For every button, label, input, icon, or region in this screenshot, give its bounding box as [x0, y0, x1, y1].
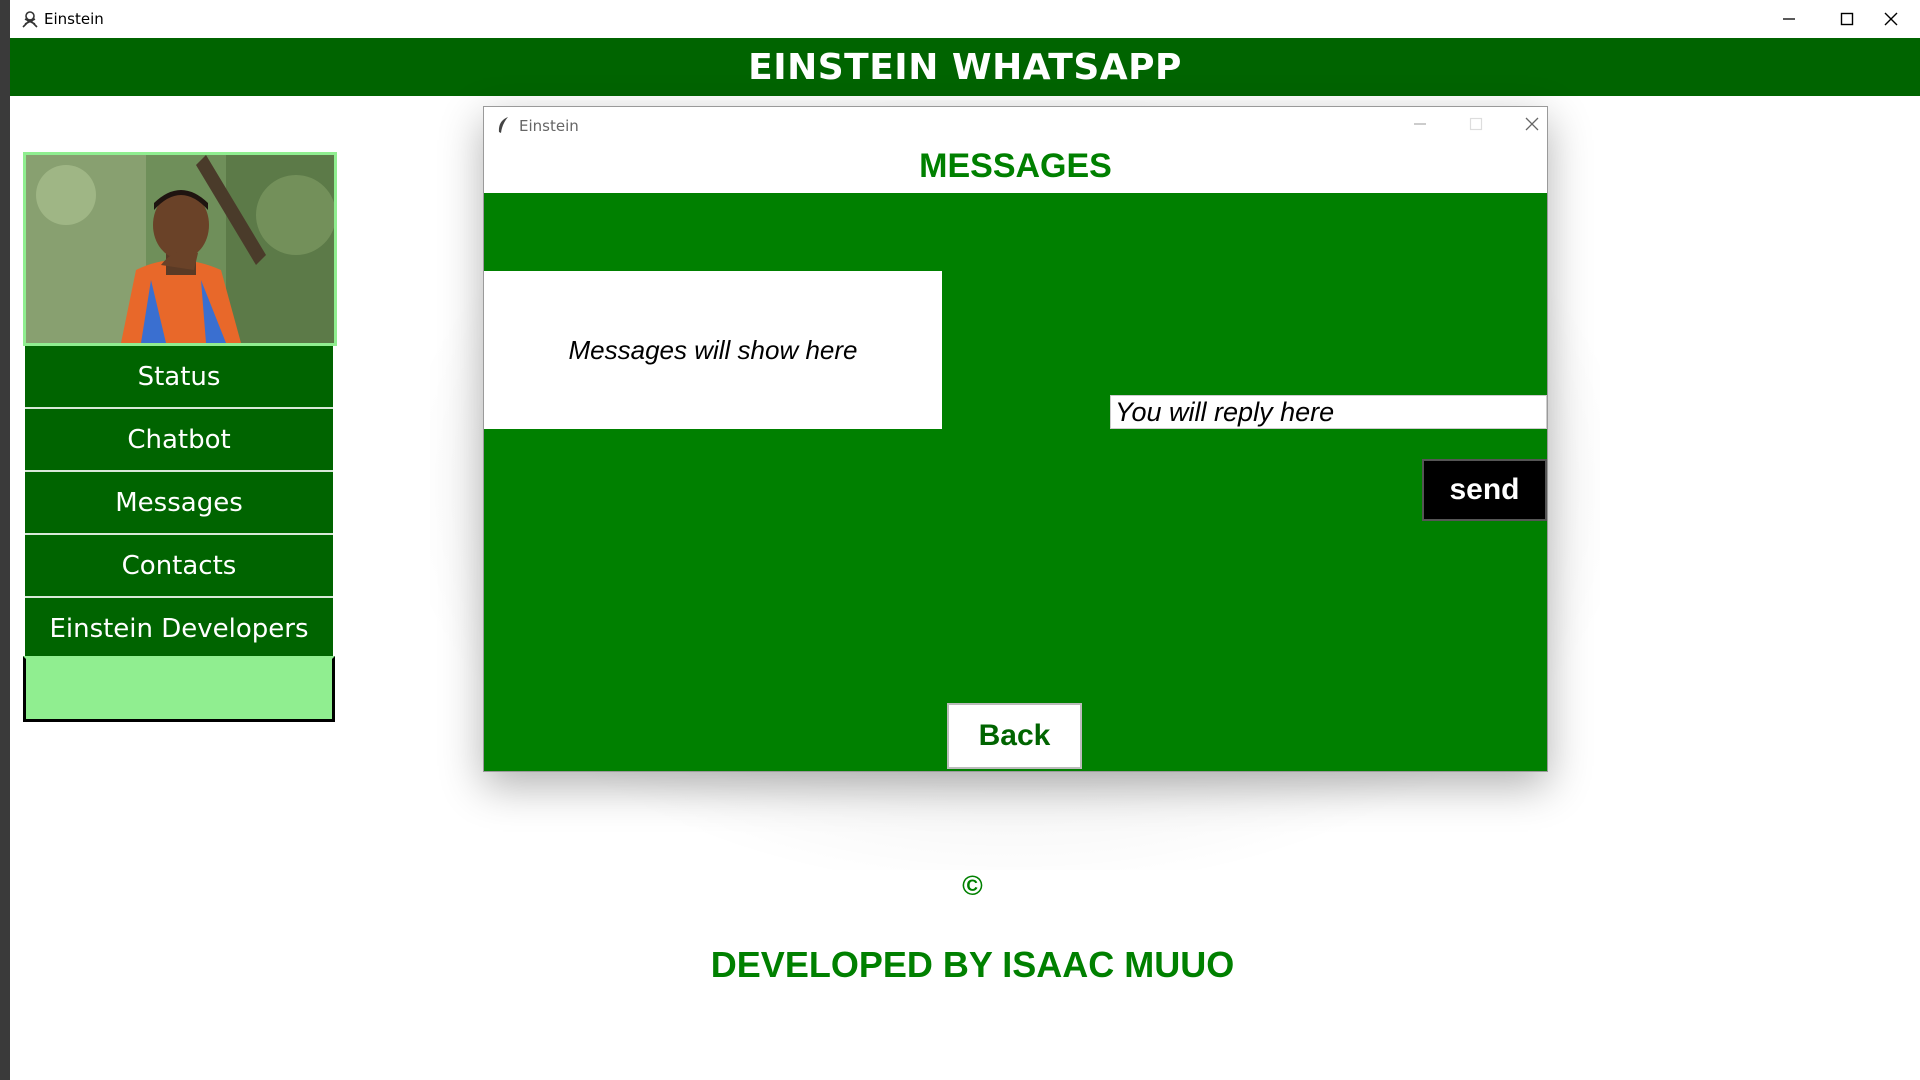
dialog-titlebar: Einstein: [484, 107, 1547, 141]
app-icon: [22, 11, 38, 28]
sidebar: Status Chatbot Messages Contacts Einstei…: [23, 152, 337, 722]
dialog-body: Messages will show here send Back: [484, 193, 1547, 771]
desktop-edge: [0, 0, 10, 1080]
sidebar-item-einstein-developers[interactable]: Einstein Developers: [25, 598, 333, 661]
close-icon: [1525, 117, 1539, 131]
main-window: Einstein EINSTEIN WHATSAPP Status Chatbo…: [10, 0, 1920, 1080]
sidebar-empty-slot[interactable]: [23, 656, 335, 722]
sidebar-item-status[interactable]: Status: [25, 346, 333, 409]
avatar: [23, 152, 337, 346]
window-title: Einstein: [44, 10, 104, 28]
sidebar-item-chatbot[interactable]: Chatbot: [25, 409, 333, 472]
minimize-button[interactable]: [1760, 0, 1818, 38]
app-header: EINSTEIN WHATSAPP: [10, 38, 1920, 96]
reply-input[interactable]: [1110, 395, 1547, 429]
maximize-icon: [1469, 117, 1483, 131]
sidebar-item-messages[interactable]: Messages: [25, 472, 333, 535]
messages-dialog: Einstein MESSAGES Messages will show her…: [483, 106, 1548, 772]
close-button[interactable]: [1862, 0, 1920, 38]
send-button[interactable]: send: [1422, 459, 1547, 521]
close-icon: [1884, 12, 1898, 26]
dialog-close-button[interactable]: [1512, 107, 1552, 141]
window-titlebar: Einstein: [10, 0, 1920, 38]
profile-photo: [26, 155, 334, 343]
dialog-maximize-button[interactable]: [1456, 107, 1496, 141]
maximize-icon: [1840, 12, 1854, 26]
messages-placeholder: Messages will show here: [568, 334, 858, 365]
copyright-symbol: ©: [962, 870, 983, 901]
dialog-heading: MESSAGES: [919, 147, 1112, 185]
minimize-icon: [1783, 18, 1795, 20]
app-title: EINSTEIN WHATSAPP: [748, 46, 1182, 88]
developer-credit: DEVELOPED BY ISAAC MUUO: [710, 944, 1235, 985]
dialog-minimize-button[interactable]: [1400, 107, 1440, 141]
back-button[interactable]: Back: [947, 703, 1082, 769]
sidebar-item-contacts[interactable]: Contacts: [25, 535, 333, 598]
feather-icon: [498, 117, 508, 133]
minimize-icon: [1414, 123, 1426, 125]
messages-display: Messages will show here: [484, 271, 942, 429]
dialog-title: Einstein: [519, 117, 579, 135]
